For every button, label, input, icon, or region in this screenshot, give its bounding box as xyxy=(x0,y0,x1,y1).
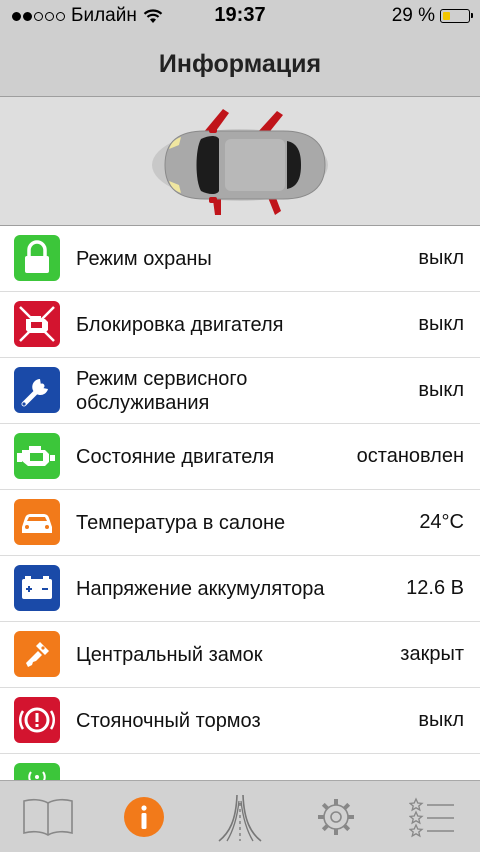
list-item-cabin-temperature[interactable]: Температура в салоне 24°C xyxy=(0,490,480,556)
road-icon xyxy=(218,794,262,842)
list-item-security-mode[interactable]: Режим охраны выкл xyxy=(0,226,480,292)
row-value: 12.6 В xyxy=(406,577,464,599)
list-item-partial[interactable] xyxy=(0,754,480,780)
row-label: Блокировка двигателя xyxy=(76,313,284,336)
row-label: Режим охраны xyxy=(76,247,212,270)
list-item-service-mode[interactable]: Режим сервисного обслуживания выкл xyxy=(0,358,480,424)
star-list-icon xyxy=(409,797,454,838)
row-label xyxy=(76,754,346,780)
row-label: Режим сервисного обслуживания xyxy=(76,367,248,414)
battery-icon xyxy=(14,565,60,611)
signal-icon xyxy=(14,763,60,780)
row-value: выкл xyxy=(418,247,464,269)
page-title: Информация xyxy=(158,50,322,78)
battery-percent: 29 % xyxy=(391,5,435,26)
row-value: закрыт xyxy=(400,643,464,665)
list-item-battery-voltage[interactable]: Напряжение аккумулятора 12.6 В xyxy=(0,556,480,622)
engine-icon xyxy=(14,433,60,479)
car-top-view-icon xyxy=(152,109,328,215)
info-list: Режим охраны выкл Блокировка двигателя в… xyxy=(0,226,480,780)
tab-info[interactable] xyxy=(96,781,192,853)
row-value: выкл xyxy=(418,313,464,335)
tab-favorites[interactable] xyxy=(384,781,480,853)
tab-settings[interactable] xyxy=(288,781,384,853)
navigation-bar: Информация xyxy=(0,34,480,97)
battery-status: 29 % xyxy=(391,5,473,27)
engine-block-icon xyxy=(14,301,60,347)
car-status-panel xyxy=(0,97,480,226)
book-icon xyxy=(23,798,73,836)
row-value: 24°C xyxy=(419,511,464,533)
gear-icon xyxy=(318,799,354,835)
list-item-engine-block[interactable]: Блокировка двигателя выкл xyxy=(0,292,480,358)
list-item-parking-brake[interactable]: Стояночный тормоз выкл xyxy=(0,688,480,754)
tab-routes[interactable] xyxy=(192,781,288,853)
car-front-icon xyxy=(14,499,60,545)
row-value: остановлен xyxy=(356,445,464,467)
status-bar: Билайн 19:37 29 % xyxy=(0,0,480,34)
tab-bar xyxy=(0,780,480,852)
row-label: Напряжение аккумулятора xyxy=(76,577,325,600)
row-value: выкл xyxy=(418,379,464,401)
padlock-icon xyxy=(14,235,60,281)
info-icon xyxy=(124,797,164,837)
parking-brake-icon xyxy=(14,697,60,743)
tab-manual[interactable] xyxy=(0,781,96,853)
key-icon xyxy=(14,631,60,677)
row-label: Стояночный тормоз xyxy=(76,709,261,732)
list-item-engine-state[interactable]: Состояние двигателя остановлен xyxy=(0,424,480,490)
battery-icon xyxy=(440,9,473,23)
row-label: Состояние двигателя xyxy=(76,445,275,468)
row-label: Центральный замок xyxy=(76,643,263,666)
row-value: выкл xyxy=(418,709,464,731)
row-label: Температура в салоне xyxy=(76,511,286,534)
wrench-icon xyxy=(14,367,60,413)
list-item-central-lock[interactable]: Центральный замок закрыт xyxy=(0,622,480,688)
